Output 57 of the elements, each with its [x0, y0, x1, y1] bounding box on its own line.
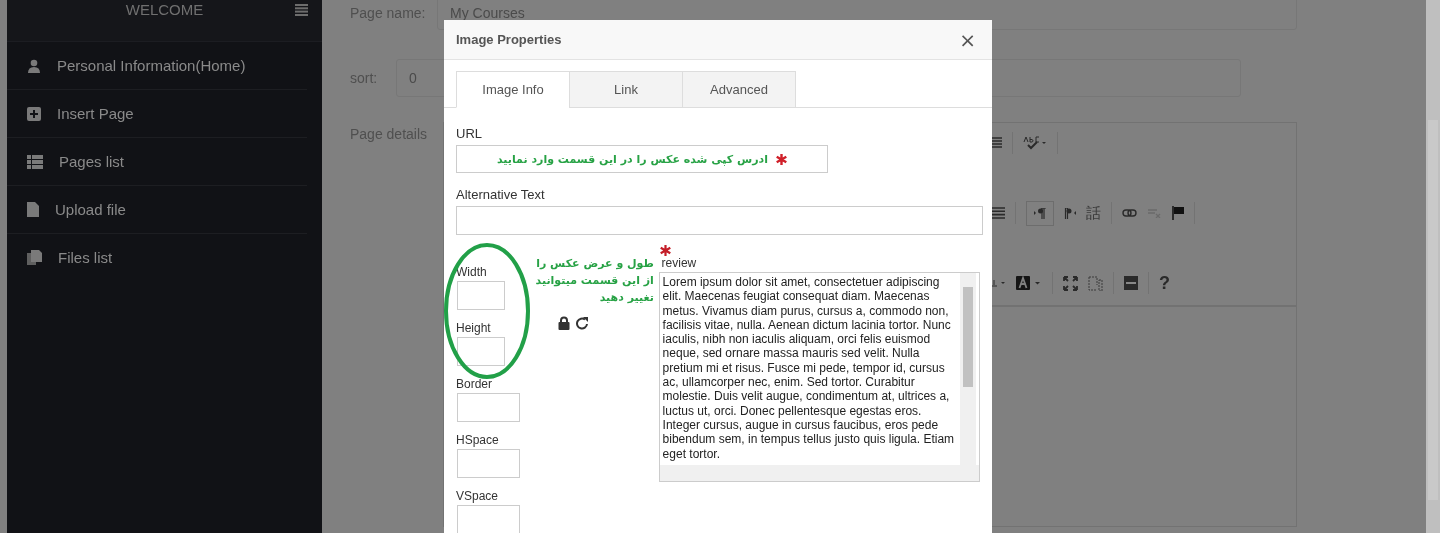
sidebar-item[interactable]: Personal Information(Home) [7, 42, 307, 90]
ltr-button[interactable] [1026, 200, 1054, 226]
annotation-text: طول و عرض عکس را از این قسمت میتوانید تغییر دهید [534, 256, 654, 306]
preview-text: Lorem ipsum dolor sit amet, consectetuer adipiscing elit. Maecenas feugiat consequat diam. Maecenas metus. Vivamus diam purus, cursus a, commodo non, facilisis vitae, nulla. Aenean dictum lacinia tortor. Nunc iaculis, nibh non iaculis aliquam, orci felis euismod neque, sed ornare massa mauris sed velit. Nulla pretium mi et risus. Fusce mi pede, tempor id, cursus ac, ullamcorper nec, enim. Sed tortor. Curabitur molestie. Duis velit augue, condimentum at, ultrices a, luctus ut, orci. Donec pellentesque egestas eros. Integer cursus, augue in cursus faucibus, eros pede bibendum sem, in tempus tellus justo quis ligula. Etiam eget tortor. [661, 274, 956, 463]
close-button[interactable]: × [955, 27, 980, 52]
size-field[interactable] [457, 337, 505, 366]
field-label: URL [456, 126, 483, 141]
size-field[interactable] [457, 505, 520, 533]
flag-icon[interactable] [1172, 206, 1184, 220]
help-button[interactable]: ? [1159, 272, 1170, 294]
size-field[interactable] [457, 393, 520, 422]
sidebar-item[interactable]: Upload file [7, 186, 307, 234]
tab[interactable]: Image Info [456, 71, 570, 108]
dialog-title: Image Properties [456, 32, 562, 47]
ltr-icon [1034, 207, 1046, 219]
reset-icon[interactable] [575, 316, 589, 330]
asterisk-icon [660, 245, 671, 256]
tab[interactable]: Link [569, 71, 683, 108]
list-icon [27, 154, 43, 169]
sidebar-title: WELCOME [125, 2, 204, 17]
size-field[interactable] [457, 449, 520, 478]
field-label: Border [456, 377, 494, 391]
alternative-text-field[interactable] [456, 206, 983, 235]
tab[interactable]: Advanced [682, 71, 796, 108]
files-icon [27, 250, 42, 265]
field-label: VSpace [456, 489, 500, 503]
field-label: Height [456, 321, 492, 335]
align-icon[interactable] [992, 136, 1002, 150]
sidebar-item[interactable]: Files list [7, 234, 307, 281]
plus-square-icon [27, 106, 41, 121]
url-field[interactable]: ادرس کپی شده عکس را در این قسمت وارد نمایید [456, 145, 828, 173]
user-icon [27, 58, 41, 73]
scrollbar[interactable] [659, 464, 979, 481]
spellcheck-icon[interactable] [1023, 136, 1047, 150]
field-label: Alternative Text [456, 187, 546, 202]
sidebar-item[interactable]: Insert Page [7, 90, 307, 138]
show-blocks-icon[interactable] [1088, 275, 1103, 291]
asterisk-icon [776, 153, 787, 165]
rtl-icon[interactable] [1064, 207, 1076, 219]
maximize-icon[interactable] [1063, 275, 1078, 291]
scrollbar[interactable] [1426, 0, 1440, 533]
field-label: review [661, 256, 697, 270]
menu-icon[interactable] [295, 4, 308, 16]
size-field[interactable] [457, 281, 505, 310]
background-color-icon[interactable] [1016, 276, 1042, 290]
justify-icon[interactable] [992, 207, 1005, 219]
sidebar-item[interactable]: Pages list [7, 138, 307, 186]
page-break-icon[interactable] [1124, 276, 1138, 290]
annotation-text: ادرس کپی شده عکس را در این قسمت وارد نمایید [497, 152, 768, 166]
language-dropdown[interactable]: 話 [1086, 203, 1101, 223]
lock-icon[interactable] [557, 316, 570, 330]
field-label: Width [456, 265, 488, 279]
link-icon[interactable] [1122, 209, 1137, 217]
scrollbar[interactable] [959, 273, 976, 465]
text-color-icon[interactable] [992, 279, 1006, 287]
field-label: HSpace [456, 433, 500, 447]
file-icon [27, 202, 39, 217]
